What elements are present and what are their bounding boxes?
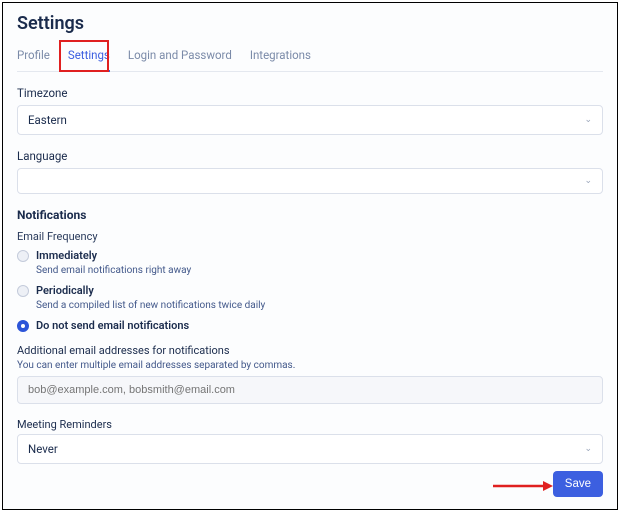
- radio-icon: [17, 285, 29, 297]
- annotation-arrow-icon: [493, 479, 553, 493]
- timezone-label: Timezone: [17, 86, 603, 100]
- language-label: Language: [17, 149, 603, 163]
- meeting-reminders-select[interactable]: Never ⌄: [17, 434, 603, 464]
- timezone-value: Eastern: [28, 113, 67, 127]
- radio-desc: Send a compiled list of new notification…: [36, 300, 603, 311]
- chevron-down-icon: ⌄: [584, 176, 592, 186]
- radio-label: Immediately: [36, 249, 97, 262]
- radio-label: Do not send email notifications: [36, 319, 189, 332]
- tab-settings[interactable]: Settings: [68, 42, 110, 72]
- chevron-down-icon: ⌄: [584, 115, 592, 125]
- email-frequency-radio-group: Immediately Send email notifications rig…: [17, 249, 603, 332]
- radio-icon: [17, 250, 29, 262]
- radio-option-do-not-send[interactable]: Do not send email notifications: [17, 319, 603, 332]
- tab-integrations[interactable]: Integrations: [250, 42, 311, 71]
- additional-emails-hint: You can enter multiple email addresses s…: [17, 360, 603, 371]
- additional-emails-label: Additional email addresses for notificat…: [17, 344, 603, 357]
- radio-desc: Send email notifications right away: [36, 265, 603, 276]
- save-button[interactable]: Save: [553, 471, 603, 497]
- radio-label: Periodically: [36, 284, 94, 297]
- tabs-bar: Profile Settings Login and Password Inte…: [17, 42, 603, 72]
- radio-option-periodically[interactable]: Periodically: [17, 284, 603, 297]
- meeting-reminders-label: Meeting Reminders: [17, 418, 603, 431]
- radio-icon-selected: [17, 320, 29, 332]
- chevron-down-icon: ⌄: [584, 444, 592, 454]
- tab-profile[interactable]: Profile: [17, 42, 50, 71]
- meeting-reminders-value: Never: [28, 442, 58, 456]
- language-select[interactable]: ⌄: [17, 168, 603, 194]
- radio-option-immediately[interactable]: Immediately: [17, 249, 603, 262]
- additional-emails-input[interactable]: [17, 376, 603, 404]
- tab-login-password[interactable]: Login and Password: [128, 42, 232, 71]
- timezone-select[interactable]: Eastern ⌄: [17, 105, 603, 135]
- notifications-heading: Notifications: [17, 208, 603, 222]
- page-title: Settings: [17, 13, 603, 34]
- email-frequency-label: Email Frequency: [17, 230, 603, 243]
